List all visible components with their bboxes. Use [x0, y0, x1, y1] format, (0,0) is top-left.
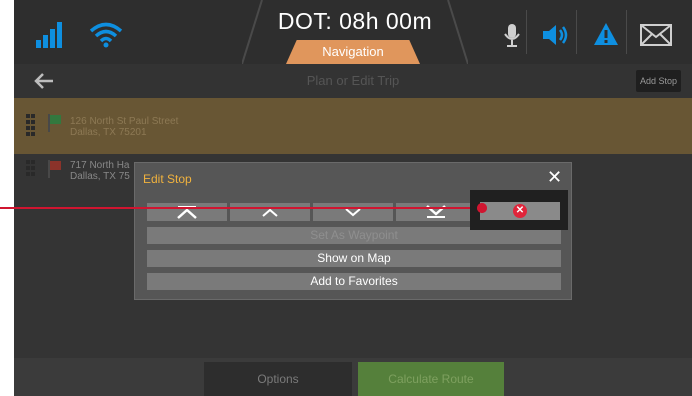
move-to-bottom-button[interactable] — [396, 203, 476, 221]
callout-line — [0, 207, 470, 209]
dialog-title: Edit Stop — [143, 172, 192, 186]
page-title: Plan or Edit Trip — [306, 73, 400, 88]
remove-stop-button[interactable]: ✕ — [480, 202, 560, 220]
move-down-button[interactable] — [313, 203, 393, 221]
show-on-map-button[interactable]: Show on Map — [147, 250, 561, 267]
move-to-bottom-icon — [426, 205, 446, 218]
signal-icon — [36, 22, 64, 48]
move-to-top-icon — [177, 206, 197, 219]
options-button[interactable]: Options — [204, 362, 352, 396]
tab-navigation[interactable]: Navigation — [286, 40, 420, 64]
move-to-top-button[interactable] — [147, 203, 227, 221]
edit-stop-dialog: Edit Stop ✕ Set As Waypoint Show on Map … — [134, 162, 572, 300]
mail-icon[interactable] — [640, 24, 672, 51]
wifi-icon — [88, 22, 124, 53]
title-bar: Plan or Edit Trip — [14, 64, 692, 98]
move-up-button[interactable] — [230, 203, 310, 221]
dot-timer: DOT: 08h 00m — [277, 8, 433, 34]
close-icon[interactable]: ✕ — [547, 167, 562, 187]
chevron-up-icon — [262, 208, 278, 217]
chevron-down-icon — [345, 208, 361, 217]
calculate-route-button[interactable]: Calculate Route — [358, 362, 504, 396]
warning-icon[interactable] — [593, 22, 619, 51]
tablet-screen: DOT: 08h 00m Navigation Plan or Edit Tri… — [14, 0, 692, 396]
status-bar: DOT: 08h 00m Navigation — [14, 0, 692, 64]
add-to-favorites-button[interactable]: Add to Favorites — [147, 273, 561, 290]
microphone-icon[interactable] — [504, 24, 520, 53]
dot-panel: DOT: 08h 00m Navigation — [242, 0, 468, 64]
remove-icon: ✕ — [513, 204, 527, 218]
callout-pointer — [477, 203, 487, 213]
speaker-icon[interactable] — [541, 24, 571, 51]
add-stop-button[interactable]: Add Stop — [636, 70, 682, 92]
